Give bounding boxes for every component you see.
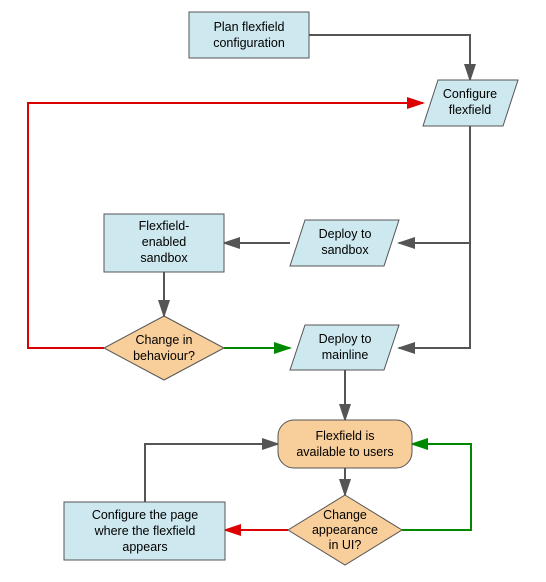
node-decision-behaviour: Change in behaviour? [104, 316, 224, 380]
node-configure-label-2: flexfield [449, 103, 491, 117]
node-decision2-label-1: Change [323, 508, 367, 522]
flowchart-diagram: Plan flexfield configuration Configure f… [0, 0, 546, 582]
node-deploy-sandbox: Deploy to sandbox [290, 220, 399, 266]
node-decision1-label-1: Change in [136, 333, 193, 347]
node-sandbox-label-1: Flexfield- [139, 219, 190, 233]
node-decision2-label-2: appearance [312, 523, 378, 537]
node-deploy-mainline: Deploy to mainline [290, 325, 399, 370]
edge-plan-to-configure [309, 35, 470, 80]
node-config-page-label-1: Configure the page [92, 508, 198, 522]
edge-decision2-no-to-available [402, 444, 471, 530]
node-deploy-mainline-label-2: mainline [322, 348, 369, 362]
node-decision2-label-3: in UI? [329, 538, 362, 552]
node-config-page: Configure the page where the flexfield a… [64, 502, 225, 560]
node-plan-label-2: configuration [213, 36, 285, 50]
node-configure: Configure flexfield [423, 80, 518, 126]
node-decision-appearance: Change appearance in UI? [288, 495, 402, 565]
node-deploy-mainline-label-1: Deploy to [319, 332, 372, 346]
edge-configure-to-deploy-mainline [399, 243, 470, 348]
node-sandbox: Flexfield- enabled sandbox [104, 214, 224, 272]
node-available-label-1: Flexfield is [315, 429, 374, 443]
node-deploy-sandbox-label-1: Deploy to [319, 227, 372, 241]
node-plan-label-1: Plan flexfield [214, 20, 285, 34]
edge-configure-to-deploy-sandbox [399, 126, 470, 243]
node-plan: Plan flexfield configuration [189, 12, 309, 58]
node-sandbox-label-2: enabled [142, 235, 187, 249]
edge-config-page-to-available [145, 444, 278, 502]
node-config-page-label-2: where the flexfield [94, 524, 196, 538]
node-sandbox-label-3: sandbox [140, 251, 188, 265]
node-deploy-sandbox-label-2: sandbox [321, 243, 369, 257]
node-decision1-label-2: behaviour? [133, 349, 195, 363]
node-available-label-2: available to users [296, 445, 393, 459]
node-configure-label-1: Configure [443, 87, 497, 101]
node-available: Flexfield is available to users [278, 420, 412, 468]
node-config-page-label-3: appears [122, 540, 167, 554]
